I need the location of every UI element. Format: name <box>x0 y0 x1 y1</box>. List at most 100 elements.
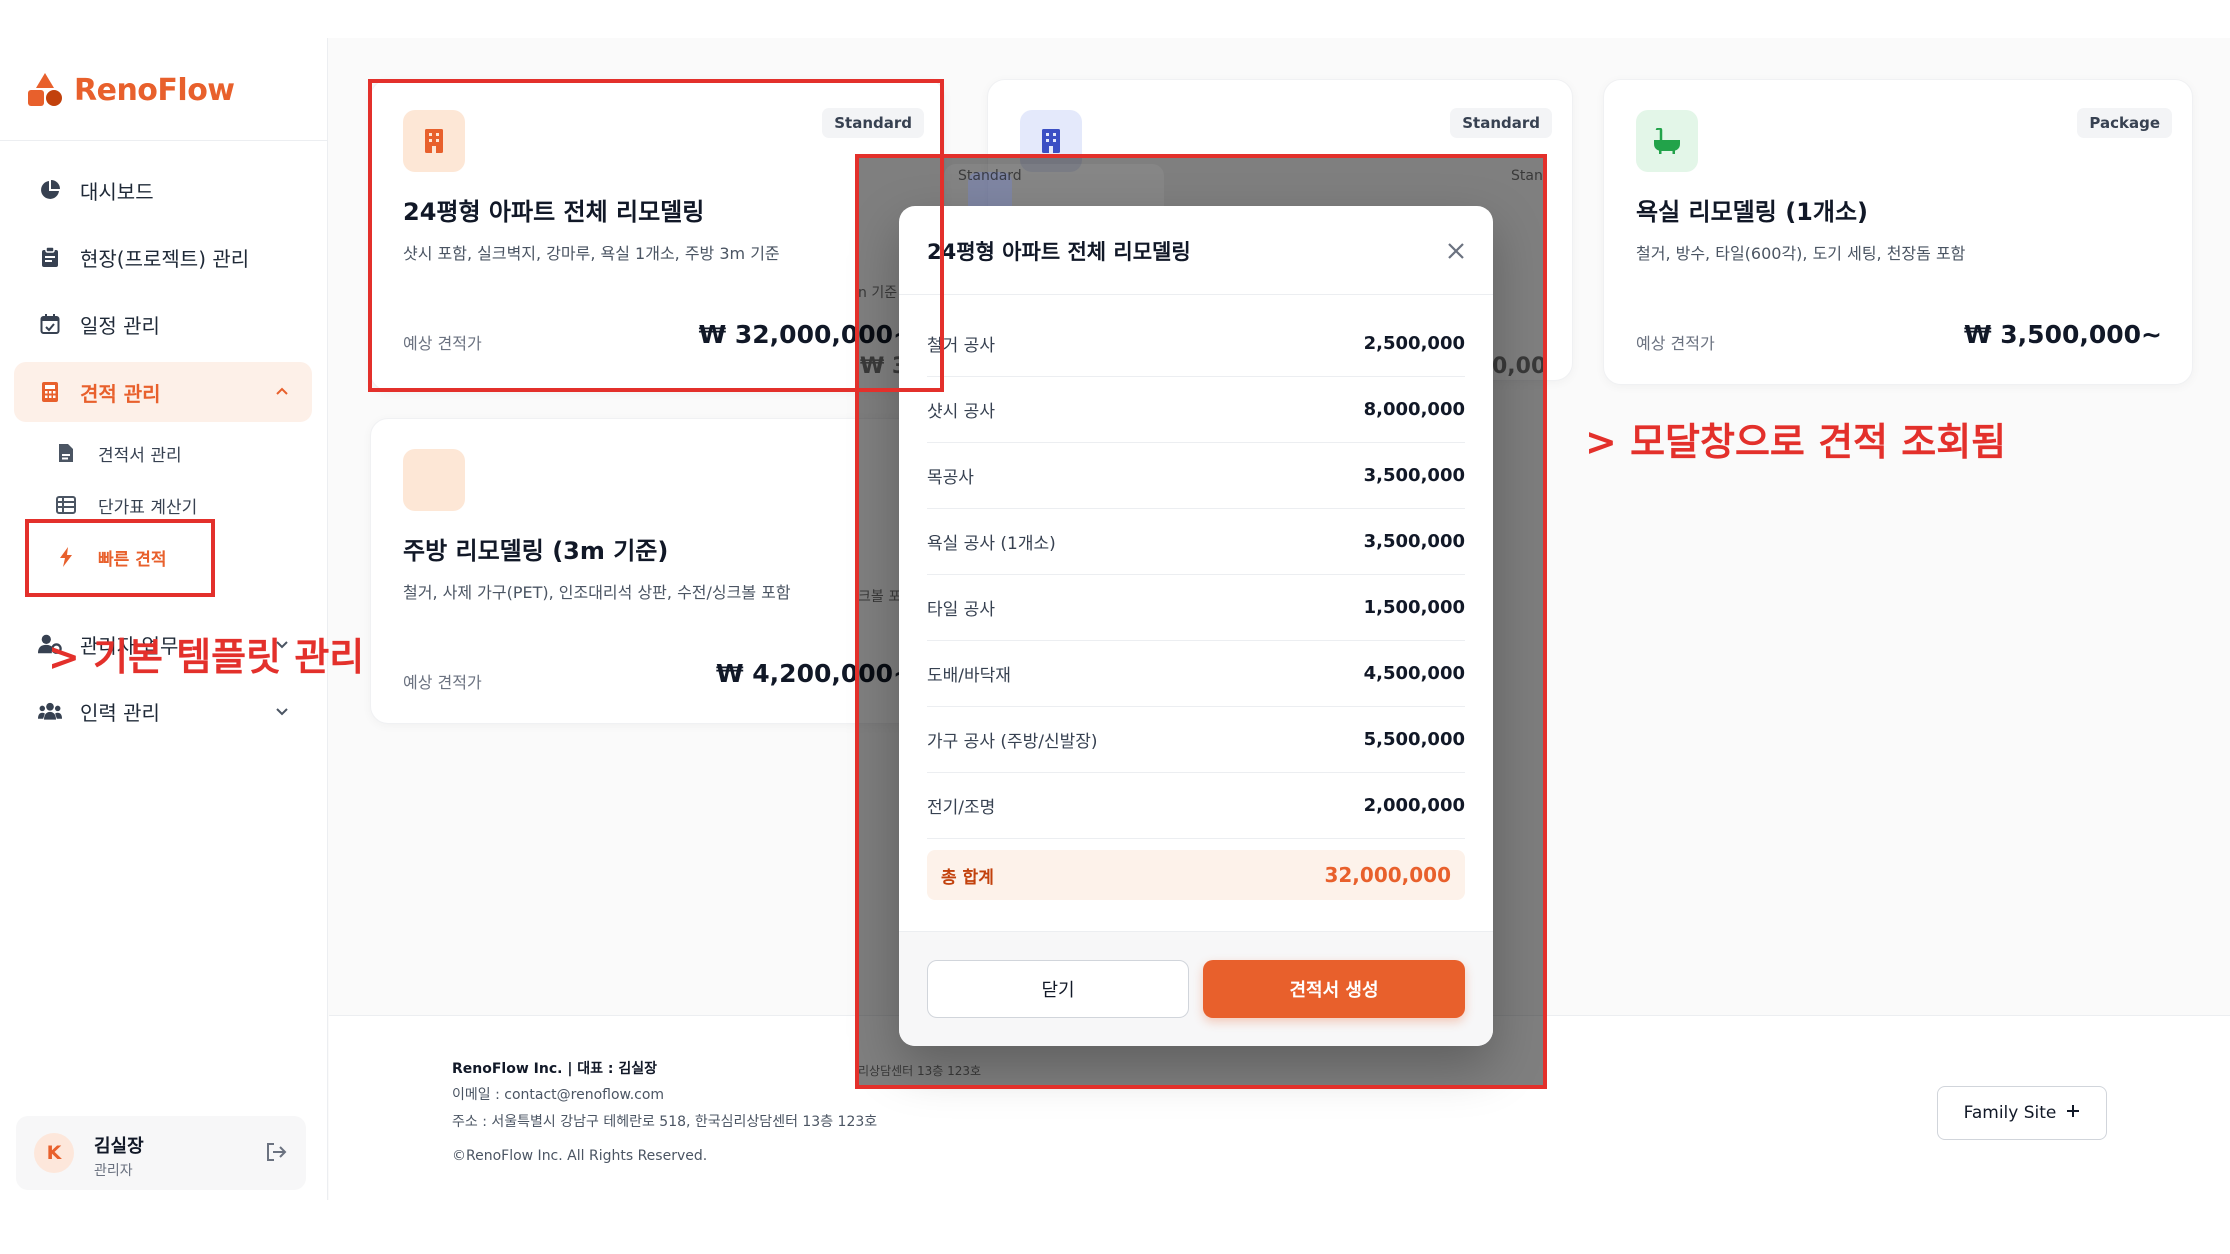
line-item-amount: 3,500,000 <box>1363 465 1465 486</box>
estimate-line-item: 욕실 공사 (1개소) 3,500,000 <box>927 509 1465 575</box>
calculator-icon <box>38 380 62 404</box>
bathtub-icon <box>1636 110 1698 172</box>
create-estimate-button[interactable]: 견적서 생성 <box>1203 960 1465 1018</box>
modal-footer: 닫기 견적서 생성 <box>899 931 1493 1046</box>
line-item-name: 철거 공사 <box>927 336 995 356</box>
ghost-badge: Standard <box>958 168 1022 184</box>
line-item-name: 도배/바닥재 <box>927 666 1011 686</box>
subitem-label: 단가표 계산기 <box>98 497 198 518</box>
table-icon <box>56 495 76 515</box>
estimate-modal: 24평형 아파트 전체 리모델링 철거 공사 2,500,000 샷시 공사 8… <box>899 206 1493 1046</box>
subitem-estimate-docs[interactable]: 견적서 관리 <box>56 432 182 474</box>
subitem-label: 견적서 관리 <box>98 445 182 466</box>
annotation-modal-view: > 모달창으로 견적 조회됨 <box>1585 420 2007 464</box>
brand-name: RenoFlow <box>74 72 235 108</box>
sidebar-item-dashboard[interactable]: 대시보드 <box>14 160 312 220</box>
footer-copyright: ©RenoFlow Inc. All Rights Reserved. <box>452 1148 708 1164</box>
footer-address: 주소 : 서울특별시 강남구 테헤란로 518, 한국심리상담센터 13층 12… <box>452 1114 878 1130</box>
total-amount: 32,000,000 <box>1324 863 1451 887</box>
user-name: 김실장 <box>94 1136 144 1157</box>
estimate-line-item: 도배/바닥재 4,500,000 <box>927 641 1465 707</box>
calendar-icon <box>38 312 62 336</box>
card-title: 주방 리모델링 (3m 기준) <box>403 537 669 565</box>
annotation-template-management: > 기본 템플릿 관리 <box>48 635 365 679</box>
users-icon <box>38 699 62 723</box>
estimate-line-item: 전기/조명 2,000,000 <box>927 773 1465 839</box>
building-icon <box>403 110 465 172</box>
avatar: K <box>34 1133 74 1173</box>
line-item-name: 욕실 공사 (1개소) <box>927 534 1056 554</box>
bolt-icon <box>56 547 76 567</box>
sidebar-item-label: 대시보드 <box>80 179 154 204</box>
logo-icon <box>28 73 62 107</box>
clipboard-icon <box>38 245 62 269</box>
line-item-amount: 2,500,000 <box>1363 333 1465 354</box>
plan-badge: Package <box>2077 108 2172 138</box>
user-role: 관리자 <box>94 1163 133 1179</box>
card-description: 철거, 사제 가구(PET), 인조대리석 상판, 수전/싱크볼 포함 <box>403 583 791 602</box>
app-window: RenoFlow 대시보드 현장(프로젝트) 관리 일정 관리 견적 관리 견적… <box>0 0 2230 1254</box>
top-margin <box>0 0 2230 38</box>
price-label: 예상 견적가 <box>403 673 482 692</box>
plus-icon <box>2066 1103 2080 1123</box>
pie-chart-icon <box>38 178 62 202</box>
line-item-name: 전기/조명 <box>927 798 996 818</box>
modal-title: 24평형 아파트 전체 리모델링 <box>927 240 1191 264</box>
sidebar-item-estimates[interactable]: 견적 관리 <box>14 362 312 422</box>
subitem-label: 빠른 견적 <box>98 549 167 570</box>
plan-badge: Standard <box>822 108 924 138</box>
family-site-label: Family Site <box>1963 1103 2057 1123</box>
user-profile-card: K 김실장 관리자 <box>16 1116 306 1190</box>
line-item-name: 타일 공사 <box>927 600 995 620</box>
estimate-line-item: 타일 공사 1,500,000 <box>927 575 1465 641</box>
estimate-line-item: 목공사 3,500,000 <box>927 443 1465 509</box>
close-button[interactable]: 닫기 <box>927 960 1189 1018</box>
line-item-amount: 8,000,000 <box>1363 399 1465 420</box>
card-description: 철거, 방수, 타일(600각), 도기 세팅, 천장돔 포함 <box>1636 244 1966 263</box>
subitem-price-calculator[interactable]: 단가표 계산기 <box>56 484 197 526</box>
bottom-margin <box>0 1200 2230 1254</box>
sidebar-item-workforce[interactable]: 인력 관리 <box>14 681 312 741</box>
line-item-amount: 2,000,000 <box>1363 795 1465 816</box>
logout-icon[interactable] <box>264 1140 288 1168</box>
sidebar-item-label: 인력 관리 <box>80 700 160 725</box>
estimate-total: 총 합계 32,000,000 <box>927 850 1465 900</box>
ghost-text: 크볼 포 <box>858 589 902 605</box>
line-item-name: 샷시 공사 <box>927 402 995 422</box>
total-label: 총 합계 <box>941 867 994 888</box>
brand-logo[interactable]: RenoFlow <box>28 68 235 112</box>
chevron-up-icon <box>274 384 290 404</box>
line-item-amount: 3,500,000 <box>1363 531 1465 552</box>
ghost-text: 0,00 <box>1492 354 1544 379</box>
line-item-amount: 1,500,000 <box>1363 597 1465 618</box>
card-price: ₩ 3,500,000~ <box>1964 320 2162 349</box>
price-label: 예상 견적가 <box>403 334 482 353</box>
card-title: 욕실 리모델링 (1개소) <box>1636 198 1868 226</box>
sidebar-item-projects[interactable]: 현장(프로젝트) 관리 <box>14 227 312 287</box>
sidebar-divider <box>0 140 328 141</box>
ghost-text: 리상담센터 13층 123호 <box>858 1064 982 1078</box>
close-icon[interactable] <box>1443 238 1469 264</box>
sidebar-item-label: 일정 관리 <box>80 313 160 338</box>
subitem-quick-estimate[interactable]: 빠른 견적 <box>56 536 166 578</box>
sidebar-item-label: 견적 관리 <box>80 381 161 406</box>
ghost-text: n 기준 <box>858 285 898 301</box>
footer-company: RenoFlow Inc. | 대표 : 김실장 <box>452 1061 658 1077</box>
template-card-bathroom[interactable]: Package 욕실 리모델링 (1개소) 철거, 방수, 타일(600각), … <box>1603 79 2193 385</box>
chevron-down-icon <box>274 703 290 723</box>
card-title: 24평형 아파트 전체 리모델링 <box>403 198 705 226</box>
sidebar-item-schedule[interactable]: 일정 관리 <box>14 294 312 354</box>
line-item-amount: 4,500,000 <box>1363 663 1465 684</box>
footer-email: 이메일 : contact@renoflow.com <box>452 1087 665 1103</box>
kitchen-icon <box>403 449 465 511</box>
modal-divider <box>899 294 1493 295</box>
price-label: 예상 견적가 <box>1636 334 1715 353</box>
estimate-line-item: 가구 공사 (주방/신발장) 5,500,000 <box>927 707 1465 773</box>
family-site-button[interactable]: Family Site <box>1937 1086 2107 1140</box>
document-icon <box>56 443 76 463</box>
line-item-amount: 5,500,000 <box>1363 729 1465 750</box>
line-item-name: 목공사 <box>927 468 974 488</box>
sidebar-item-label: 현장(프로젝트) 관리 <box>80 246 250 271</box>
line-item-name: 가구 공사 (주방/신발장) <box>927 732 1098 752</box>
estimate-line-item: 철거 공사 2,500,000 <box>927 311 1465 377</box>
